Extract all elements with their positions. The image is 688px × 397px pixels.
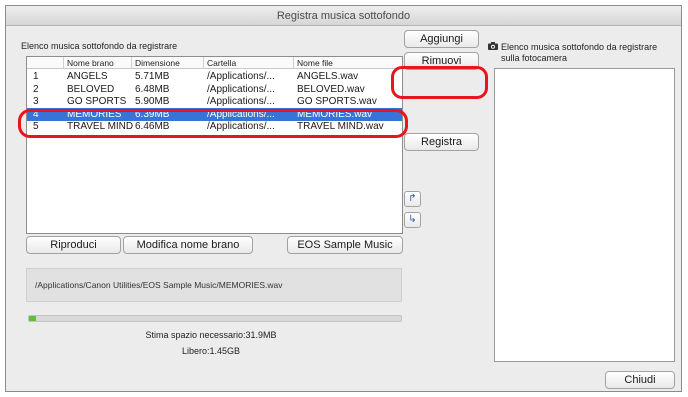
table-cell-size: 5.90MB — [135, 96, 170, 107]
table-cell-title: MEMORIES — [67, 108, 122, 120]
table-cell-folder: /Applications/... — [207, 108, 275, 120]
play-button[interactable]: Riproduci — [26, 236, 121, 254]
dialog-window: Registra musica sottofondo Elenco musica… — [5, 5, 682, 392]
table-cell-num: 5 — [33, 121, 39, 132]
move-down-button[interactable]: ↳ — [404, 212, 421, 228]
table-cell-size: 6.46MB — [135, 121, 170, 132]
table-cell-file: TRAVEL MIND.wav — [297, 121, 384, 132]
table-row[interactable]: 5 TRAVEL MIND 6.46MB/Applications/... TRAVE… — [27, 120, 402, 133]
table-row[interactable]: 1 ANGELS 5.71MB/Applications/... ANGELS.wav — [27, 70, 402, 83]
camera-icon — [488, 42, 498, 52]
table-cell-folder: /Applications/... — [207, 83, 275, 95]
table-cell-title: ANGELS — [67, 71, 108, 82]
table-cell-folder: /Applications/... — [207, 121, 275, 132]
table-row[interactable]: 2 BELOVED 6.48MB/Applications/... BELOVED.w… — [27, 83, 402, 96]
eos-sample-music-button[interactable]: EOS Sample Music — [287, 236, 403, 254]
column-filename[interactable]: Nome file — [293, 57, 402, 69]
table-cell-folder: /Applications/... — [207, 71, 275, 82]
move-up-button[interactable]: ↱ — [404, 191, 421, 207]
camera-music-list[interactable] — [494, 68, 675, 362]
table-cell-title: TRAVEL MIND — [67, 121, 134, 132]
column-size[interactable]: Dimensione — [131, 57, 203, 69]
column-title[interactable]: Nome brano — [63, 57, 131, 69]
table-cell-file: MEMORIES.wav — [297, 108, 373, 120]
move-up-icon: ↱ — [408, 193, 417, 204]
table-cell-folder: /Applications/... — [207, 96, 275, 107]
table-cell-title: GO SPORTS — [67, 96, 127, 107]
file-path-display: /Applications/Canon Utilities/EOS Sample… — [26, 268, 402, 302]
column-number[interactable] — [27, 57, 63, 69]
move-down-icon: ↳ — [408, 214, 417, 225]
table-cell-title: BELOVED — [67, 83, 115, 95]
table-row[interactable]: 4 MEMORIES 6.39MB/Applications/... MEMORIES… — [27, 107, 402, 121]
music-table[interactable]: Nome brano Dimensione Cartella Nome file… — [26, 56, 403, 234]
table-cell-size: 5.71MB — [135, 71, 170, 82]
table-cell-size: 6.48MB — [135, 83, 170, 95]
highlight-remove-button — [391, 66, 488, 99]
table-cell-file: GO SPORTS.wav — [297, 96, 377, 107]
edit-title-button[interactable]: Modifica nome brano — [123, 236, 253, 254]
music-list-label: Elenco musica sottofondo da registrare — [21, 41, 178, 51]
remove-button[interactable]: Rimuovi — [404, 52, 479, 70]
space-needed-label: Stima spazio necessario:31.9MB — [145, 330, 277, 340]
camera-list-label: Elenco musica sottofondo da registrare — [501, 42, 658, 52]
progress-fill — [29, 316, 37, 321]
column-folder[interactable]: Cartella — [203, 57, 293, 69]
table-row[interactable]: 3 GO SPORTS 5.90MB/Applications/... GO SPOR… — [27, 95, 402, 108]
table-header: Nome brano Dimensione Cartella Nome file — [27, 57, 402, 69]
progress-bar — [28, 315, 402, 322]
table-cell-num: 1 — [33, 71, 39, 82]
add-button[interactable]: Aggiungi — [404, 30, 479, 48]
window-title: Registra musica sottofondo — [6, 6, 681, 26]
table-cell-size: 6.39MB — [135, 108, 170, 120]
table-cell-num: 4 — [33, 108, 39, 120]
table-cell-file: ANGELS.wav — [297, 71, 359, 82]
camera-list-label-line2: sulla fotocamera — [501, 53, 568, 63]
table-cell-num: 2 — [33, 83, 39, 95]
register-button[interactable]: Registra — [404, 133, 479, 151]
table-cell-file: BELOVED.wav — [297, 83, 365, 95]
free-space-label: Libero:1.45GB — [181, 346, 241, 356]
close-button[interactable]: Chiudi — [605, 371, 675, 389]
table-cell-num: 3 — [33, 96, 39, 107]
